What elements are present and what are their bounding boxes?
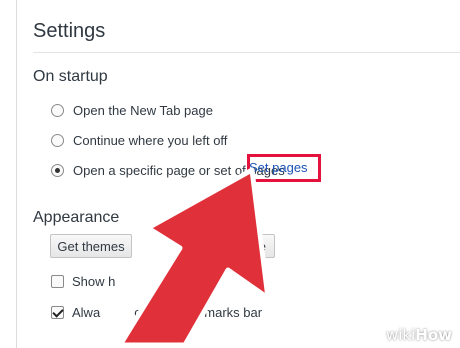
startup-heading: On startup xyxy=(33,68,108,85)
get-themes-button[interactable]: Get themes xyxy=(50,234,132,258)
bookmarks-bar-row[interactable]: Alwa ow the bookmarks bar xyxy=(51,302,262,322)
page-title: Settings xyxy=(33,20,106,42)
reset-theme-label: heme xyxy=(233,238,266,254)
bookmarks-label-start: Alwa xyxy=(72,304,101,320)
bookmarks-label-end: ow the bookmarks bar xyxy=(134,304,263,320)
show-home-label-tail: on xyxy=(189,273,204,289)
watermark-how: How xyxy=(415,326,452,344)
radio-new-tab-control[interactable] xyxy=(51,103,64,117)
radio-continue-control[interactable] xyxy=(51,133,64,147)
watermark-wiki: wiki xyxy=(385,326,416,344)
radio-new-tab[interactable]: Open the New Tab page xyxy=(51,99,213,121)
appearance-heading: Appearance xyxy=(33,209,120,226)
wikihow-watermark: wikiHow xyxy=(386,326,452,344)
settings-panel: Settings On startup Open the New Tab pag… xyxy=(16,0,460,348)
radio-new-tab-label: Open the New Tab page xyxy=(73,102,213,118)
reset-theme-button[interactable]: heme xyxy=(213,234,275,258)
radio-continue[interactable]: Continue where you left off xyxy=(51,129,227,151)
bookmarks-bar-checkbox[interactable] xyxy=(51,305,64,319)
show-home-row[interactable]: Show h on xyxy=(51,271,204,291)
radio-continue-label: Continue where you left off xyxy=(73,132,228,148)
show-home-checkbox[interactable] xyxy=(51,274,64,288)
radio-specific-pages-control[interactable] xyxy=(51,163,64,177)
show-home-label: Show h xyxy=(72,273,116,289)
title-divider xyxy=(33,52,460,53)
highlight-box xyxy=(247,154,321,182)
